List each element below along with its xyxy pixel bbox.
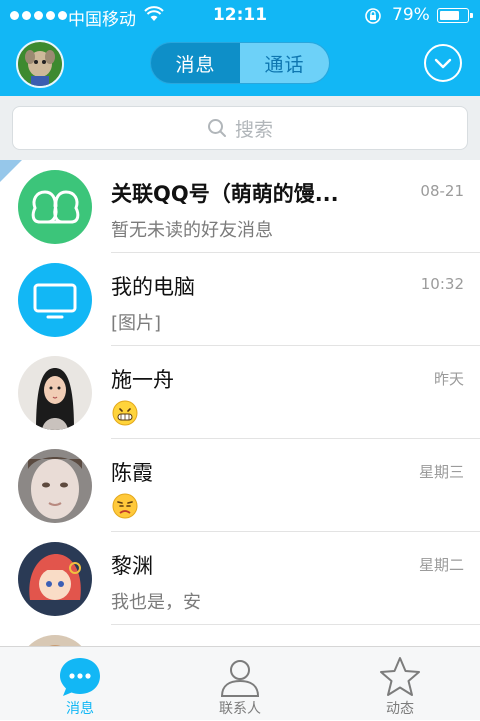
tab-bar-contacts[interactable]: 联系人 <box>180 647 300 721</box>
battery-icon <box>437 8 473 23</box>
header-tab-switch: 消息 通话 <box>150 42 330 84</box>
search-area: 搜索 <box>0 96 480 160</box>
conversation-time: 昨天 <box>433 370 464 388</box>
tab-bar-moments[interactable]: 动态 <box>340 647 460 721</box>
my-avatar[interactable] <box>16 40 64 88</box>
conversation-preview: 我也是，安 <box>111 592 201 613</box>
computer-icon <box>33 283 77 319</box>
contact-avatar <box>18 542 92 616</box>
chevron-down-icon <box>434 58 452 69</box>
conversation-row[interactable]: 关联QQ号（萌萌的馒... 08-21 暂无未读的好友消息 <box>0 160 480 253</box>
tab-bar-label: 消息 <box>66 701 94 717</box>
contact-avatar <box>18 635 92 646</box>
conversation-name: 施一舟 <box>111 368 174 392</box>
conversation-row[interactable] <box>0 625 480 646</box>
conversation-row[interactable]: 我的电脑 10:32 [图片] <box>0 253 480 346</box>
conversation-preview: 暂无未读的好友消息 <box>111 220 273 241</box>
star-icon <box>380 657 420 696</box>
contact-avatar <box>18 449 92 523</box>
chat-bubble-icon <box>60 658 100 696</box>
conversation-name: 陈霞 <box>111 461 153 485</box>
search-placeholder: 搜索 <box>234 118 273 141</box>
more-options-button[interactable] <box>424 44 462 82</box>
search-input[interactable]: 搜索 <box>12 106 468 150</box>
conversation-time: 08-21 <box>420 182 464 200</box>
linked-qq-icon <box>31 190 80 224</box>
bottom-tab-bar: 消息 联系人 动态 <box>0 646 480 720</box>
conversation-preview: [图片] <box>111 313 162 334</box>
conversation-row[interactable]: 施一舟 昨天 <box>0 346 480 439</box>
tab-bar-label: 动态 <box>386 701 414 717</box>
battery-percent: 79% <box>392 5 430 25</box>
tab-calls[interactable]: 通话 <box>240 43 329 83</box>
rotation-lock-icon <box>365 8 381 24</box>
contact-avatar <box>18 356 92 430</box>
search-icon <box>207 119 226 137</box>
grin-emoji <box>112 400 138 426</box>
app-header: 中国移动 12:11 79% 消息 通话 <box>0 0 480 96</box>
conversation-time: 星期三 <box>418 463 464 481</box>
my-computer-avatar <box>18 263 92 337</box>
tab-bar-label: 联系人 <box>219 701 261 717</box>
conversation-name: 关联QQ号（萌萌的馒... <box>111 182 339 206</box>
person-icon <box>220 660 260 697</box>
linked-qq-avatar <box>18 170 92 244</box>
conversation-time: 10:32 <box>420 275 464 293</box>
conversation-name: 黎渊 <box>111 554 153 578</box>
conversation-row[interactable]: 陈霞 星期三 <box>0 439 480 532</box>
conversation-row[interactable]: 黎渊 星期二 我也是，安 <box>0 532 480 625</box>
tab-messages[interactable]: 消息 <box>151 43 240 83</box>
conversation-name: 我的电脑 <box>111 275 195 299</box>
conversation-time: 星期二 <box>418 556 464 574</box>
conversation-list[interactable]: 关联QQ号（萌萌的馒... 08-21 暂无未读的好友消息 我的电脑 10:32… <box>0 160 480 646</box>
annoyed-emoji <box>112 493 138 519</box>
status-bar: 中国移动 12:11 79% <box>0 0 480 32</box>
tab-bar-messages[interactable]: 消息 <box>20 647 140 721</box>
